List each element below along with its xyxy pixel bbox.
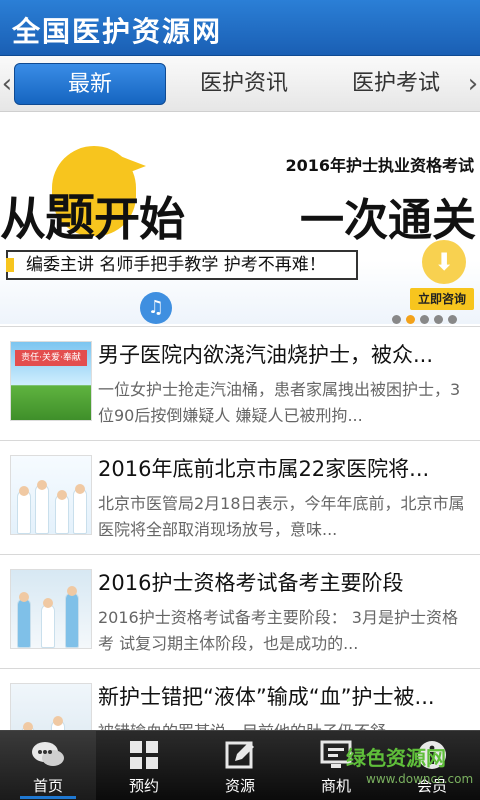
thumbnail-caption: 责任·关爱·奉献 — [15, 350, 87, 366]
nurse-head — [37, 480, 47, 490]
carousel-dot[interactable] — [448, 315, 457, 324]
news-item[interactable]: 2016年底前北京市属22家医院将... 北京市医管局2月18日表示，今年年底前… — [0, 440, 480, 554]
nurse-head — [75, 484, 85, 494]
grid-icon — [127, 739, 161, 771]
tab-medical-exam[interactable]: 医护考试 — [320, 63, 472, 105]
banner-headline-left: 从题开始 — [0, 178, 185, 250]
banner-slogan: 编委主讲 名师手把手教学 护考不再难！ — [6, 250, 358, 280]
download-icon[interactable]: ⬇ — [422, 240, 466, 284]
news-thumbnail — [10, 455, 92, 535]
news-thumbnail — [10, 569, 92, 649]
nav-home[interactable]: 首页 — [0, 731, 96, 800]
news-thumbnail: 责任·关爱·奉献 — [10, 341, 92, 421]
nurse-head — [67, 586, 77, 596]
headphone-icon: ♫ — [140, 292, 172, 324]
news-summary: 北京市医管局2月18日表示，今年年底前，北京市属医院将全部取消现场放号，意味..… — [98, 494, 465, 539]
news-summary: 一位女护士抢走汽油桶，患者家属拽出被困护士，3位90后按倒嫌疑人 嫌疑人已被刑拘… — [98, 380, 461, 425]
nav-booking[interactable]: 预约 — [96, 731, 192, 800]
news-item[interactable]: 责任·关爱·奉献 男子医院内欲浇汽油烧护士，被众... 一位女护士抢走汽油桶，患… — [0, 326, 480, 440]
news-title: 2016护士资格考试备考主要阶段 — [98, 571, 404, 595]
nurse-head — [57, 490, 67, 500]
carousel-dot-active[interactable] — [406, 315, 415, 324]
nurse-head — [53, 716, 63, 726]
nurse-figure — [17, 598, 31, 648]
edit-icon — [223, 739, 257, 771]
consult-button[interactable]: 立即咨询 — [410, 288, 474, 310]
news-title: 2016年底前北京市属22家医院将... — [98, 457, 430, 481]
carousel-dot[interactable] — [434, 315, 443, 324]
carousel-dot[interactable] — [392, 315, 401, 324]
nurse-figure — [35, 484, 49, 534]
carousel-dot[interactable] — [420, 315, 429, 324]
speech-bubble-tip — [120, 156, 146, 176]
watermark-url: www.downcc.com — [366, 772, 474, 786]
scroll-right-icon[interactable]: › — [466, 66, 480, 102]
nurse-head — [19, 486, 29, 496]
carousel-dots — [392, 309, 462, 324]
scroll-left-icon[interactable]: ‹ — [0, 66, 14, 102]
tab-latest[interactable]: 最新 — [14, 63, 166, 105]
headline-part-3: 开始 — [94, 192, 185, 246]
promo-banner[interactable]: 2016年护士执业资格考试 从题开始 一次通关 编委主讲 名师手把手教学 护考不… — [0, 112, 480, 324]
headline-part-2: 题 — [45, 189, 95, 247]
banner-exam-title: 2016年护士执业资格考试 — [285, 156, 474, 175]
news-title: 男子医院内欲浇汽油烧护士，被众... — [98, 343, 434, 367]
nav-resources[interactable]: 资源 — [192, 731, 288, 800]
nurse-figure — [73, 488, 87, 534]
nurse-figure — [65, 592, 79, 648]
tab-strip: ‹ 最新 医护资讯 医护考试 › — [0, 56, 480, 112]
news-list: 责任·关爱·奉献 男子医院内欲浇汽油烧护士，被众... 一位女护士抢走汽油桶，患… — [0, 326, 480, 782]
chat-bubbles-icon — [31, 739, 65, 771]
nurse-head — [43, 598, 53, 608]
nurse-figure — [41, 604, 55, 648]
news-summary: 2016护士资格考试备考主要阶段： 3月是护士资格考 试复习期主体阶段，也是成功… — [98, 608, 458, 653]
nav-home-label: 首页 — [32, 777, 63, 795]
nurse-head — [19, 592, 29, 602]
nav-resources-label: 资源 — [224, 777, 255, 795]
news-item[interactable]: 2016护士资格考试备考主要阶段 2016护士资格考试备考主要阶段： 3月是护士… — [0, 554, 480, 668]
nav-booking-label: 预约 — [128, 777, 159, 795]
app-title: 全国医护资源网 — [12, 15, 223, 48]
watermark: 绿色资源网 — [346, 746, 446, 770]
tab-medical-news[interactable]: 医护资讯 — [168, 63, 320, 105]
headline-part-1: 从 — [0, 192, 46, 246]
news-title: 新护士错把“液体”输成“血”护士被... — [98, 685, 435, 709]
title-bar: 全国医护资源网 — [0, 0, 480, 56]
nurse-figure — [55, 494, 69, 534]
active-indicator — [20, 796, 76, 799]
banner-headline-right: 一次通关 — [300, 195, 476, 246]
nurse-figure — [17, 490, 31, 534]
